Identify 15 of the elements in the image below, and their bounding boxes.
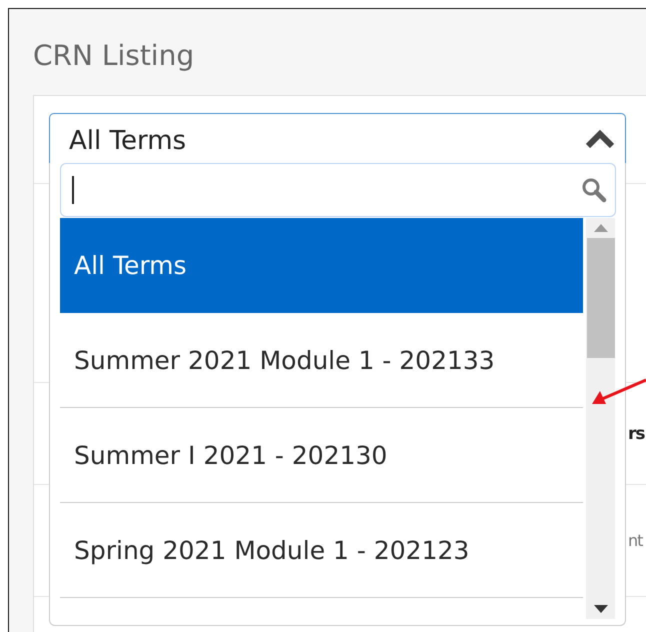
- scrollbar-thumb[interactable]: [586, 238, 614, 358]
- page-title: CRN Listing: [33, 38, 196, 74]
- search-icon: [581, 177, 607, 203]
- scrollbar[interactable]: [586, 218, 615, 619]
- search-field[interactable]: [60, 163, 616, 217]
- partial-text: nt: [628, 531, 642, 550]
- term-option[interactable]: Summer I 2021 - 202130: [60, 408, 583, 503]
- caret-icon: [585, 128, 615, 148]
- scroll-up-icon[interactable]: [594, 224, 608, 232]
- term-option[interactable]: Summer 2021 Module 1 - 202133: [60, 313, 583, 408]
- partial-text: rs: [628, 424, 645, 444]
- scroll-down-icon[interactable]: [594, 605, 608, 613]
- term-option[interactable]: All Terms: [60, 218, 583, 313]
- term-select[interactable]: All Terms: [49, 113, 626, 163]
- term-option[interactable]: Spring 2021 Module 1 - 202123: [60, 503, 583, 598]
